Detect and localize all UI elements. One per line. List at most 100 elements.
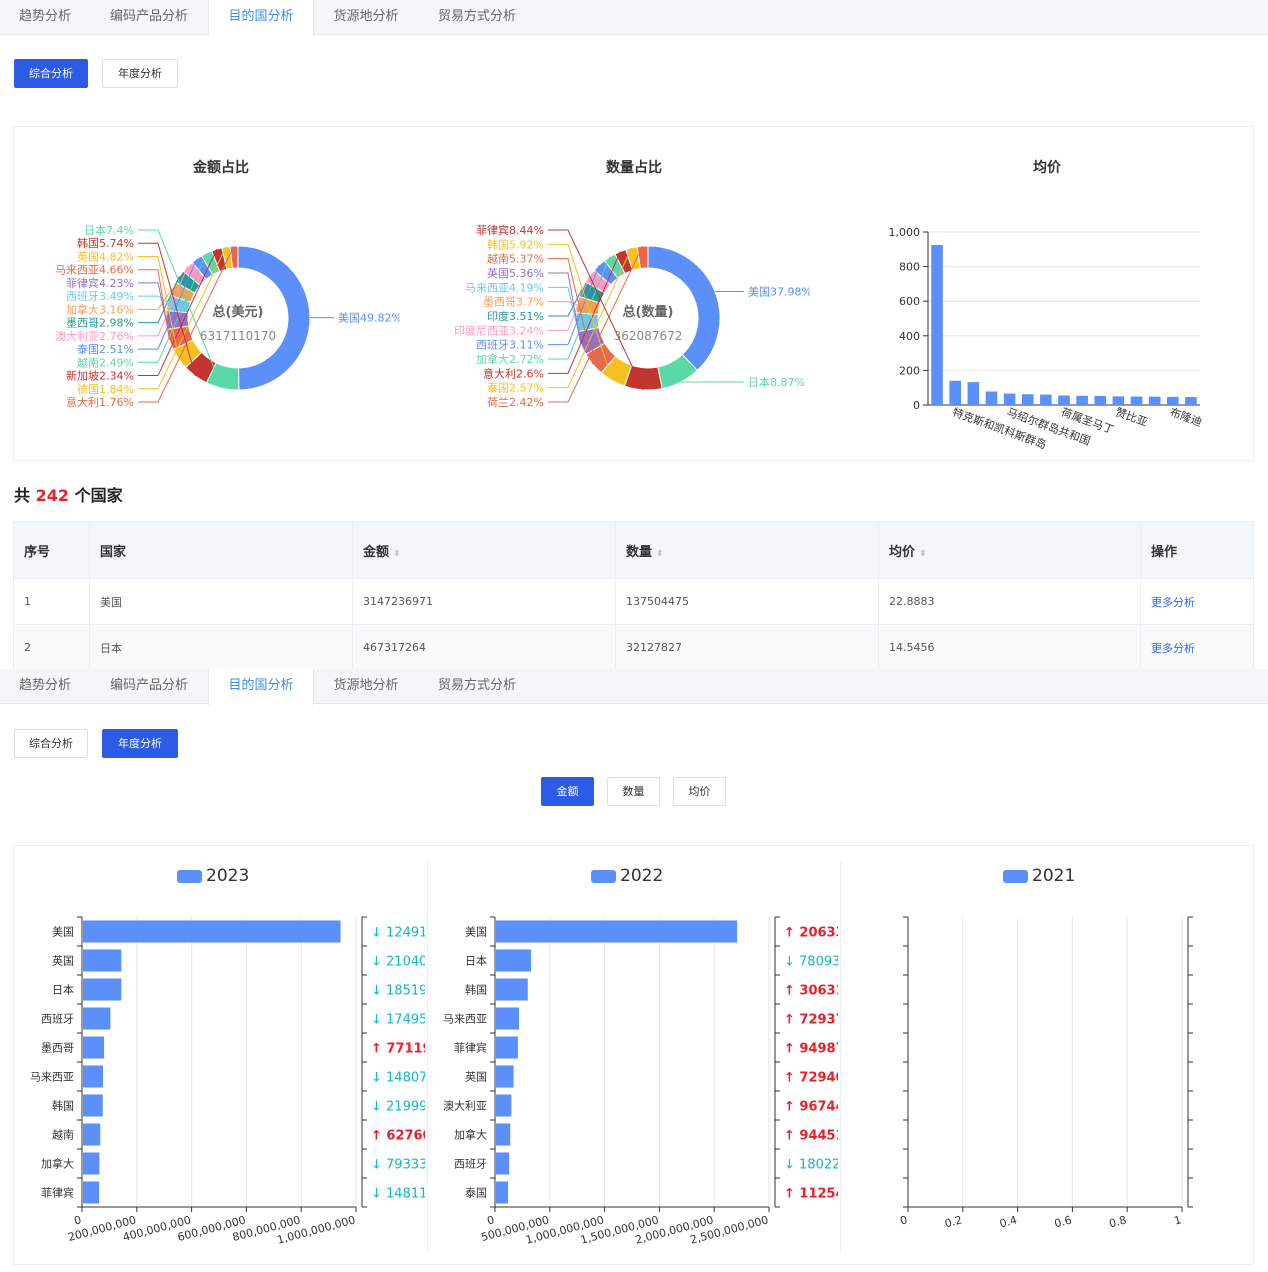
amount-bar: [83, 949, 122, 972]
slice-label: 韩国5.74%: [77, 236, 134, 250]
sort-icon[interactable]: ⬍: [656, 549, 664, 559]
change-indicator: ↓ 14807..: [371, 1071, 425, 1086]
slice-label: 日本7.4%: [84, 223, 134, 237]
overall-analysis-button[interactable]: 综合分析: [14, 59, 88, 88]
change-indicator: ↓ 17495..: [371, 1013, 425, 1028]
tab-destination[interactable]: 目的国分析: [208, 669, 314, 705]
sort-icon[interactable]: ⬍: [393, 549, 401, 559]
tab-code-product[interactable]: 编码产品分析: [90, 669, 208, 704]
y-tick-label: 菲律宾: [41, 1186, 74, 1200]
yearly-analysis-button[interactable]: 年度分析: [102, 729, 178, 758]
price-bar: [1040, 394, 1052, 405]
tab-destination[interactable]: 目的国分析: [208, 0, 314, 36]
table-row: 1 美国 3147236971 137504475 22.8883 更多分析: [13, 578, 1254, 625]
donut-center-title: 总(美元): [213, 304, 264, 320]
metric-price-button[interactable]: 均价: [673, 777, 726, 806]
change-indicator: ↓ 78093..: [784, 955, 838, 970]
amount-bar: [496, 1123, 511, 1146]
col-quantity-header[interactable]: 数量 ⬍: [615, 521, 879, 579]
change-indicator: ↑ 72940..: [784, 1071, 838, 1086]
slice-label: 印度尼西亚3.24%: [454, 323, 544, 337]
x-tick-label: 0: [899, 1213, 909, 1227]
donut-center-title: 总(数量): [623, 304, 674, 320]
change-indicator: ↑ 30631..: [784, 984, 838, 999]
change-indicator: ↑ 94987..: [784, 1042, 838, 1057]
cell-quantity: 32127827: [615, 624, 879, 671]
cell-country: 日本: [89, 624, 353, 671]
tab-code-product[interactable]: 编码产品分析: [90, 0, 208, 35]
tab-bar-bottom: 趋势分析 编码产品分析 目的国分析 货源地分析 贸易方式分析: [0, 669, 1268, 705]
amount-bar: [496, 949, 532, 972]
slice-label: 墨西哥3.7%: [483, 296, 544, 309]
slice-label: 加拿大3.16%: [66, 302, 134, 316]
more-analysis-link[interactable]: 更多分析: [1151, 642, 1195, 655]
legend-2021: 2021: [1003, 866, 1075, 886]
tab-trade-mode[interactable]: 贸易方式分析: [418, 0, 536, 35]
label-leader-line: [548, 272, 582, 344]
amount-share-title: 金额占比: [193, 160, 249, 176]
y-tick-label: 400: [899, 330, 920, 343]
price-bar: [1112, 396, 1125, 405]
amount-bar: [83, 1065, 104, 1088]
price-bar: [1130, 396, 1143, 405]
change-indicator: ↑ 94451..: [784, 1129, 838, 1144]
slice-label: 越南5.37%: [487, 252, 544, 266]
cell-price: 22.8883: [878, 578, 1141, 625]
price-bar: [1058, 395, 1070, 405]
change-indicator: ↑ 11254..: [784, 1187, 838, 1202]
tab-source[interactable]: 货源地分析: [314, 669, 418, 704]
amount-bar: [496, 1152, 510, 1175]
change-indicator: ↑ 72937..: [784, 1013, 838, 1028]
price-bar: [1021, 394, 1034, 405]
table-header-row: 序号 国家 金额 ⬍ 数量 ⬍ 均价 ⬍ 操作: [13, 521, 1254, 579]
slice-label: 加拿大2.72%: [476, 352, 544, 366]
slice-label: 英国4.82%: [77, 249, 134, 263]
change-indicator: ↑ 20633..: [784, 926, 838, 941]
col-price-header[interactable]: 均价 ⬍: [878, 521, 1141, 579]
avg-price-title: 均价: [1033, 160, 1061, 176]
slice-label: 印度3.51%: [487, 309, 544, 323]
slice-label: 德国1.84%: [77, 382, 134, 396]
amount-share-donut-chart: 美国49.82% 意大利1.76%德国1.84%新加坡2.34%越南2.49%泰国…: [55, 223, 400, 409]
slice-label: 菲律宾8.44%: [476, 223, 544, 237]
col-country-header: 国家: [89, 521, 353, 579]
change-indicator: ↓ 12491..: [371, 926, 425, 941]
slice-label: 马来西亚4.19%: [465, 281, 544, 294]
legend-2023: 2023: [177, 866, 249, 886]
amount-bar: [496, 1007, 520, 1030]
slice-label: 意大利1.76%: [66, 395, 134, 409]
change-indicator: ↓ 21999..: [371, 1100, 425, 1115]
y-tick-label: 800: [899, 261, 920, 274]
y-tick-label: 美国: [52, 926, 74, 939]
y-tick-label: 加拿大: [41, 1157, 74, 1171]
cell-price: 14.5456: [878, 624, 1141, 671]
y-tick-label: 0: [913, 399, 920, 412]
metric-quantity-button[interactable]: 数量: [607, 777, 660, 806]
y-tick-label: 英国: [52, 954, 74, 968]
overall-analysis-button[interactable]: 综合分析: [14, 729, 88, 758]
yearly-analysis-button[interactable]: 年度分析: [102, 59, 178, 88]
panel-divider: [840, 862, 841, 1252]
tab-trade-mode[interactable]: 贸易方式分析: [418, 669, 536, 704]
sort-icon[interactable]: ⬍: [919, 549, 927, 559]
legend-swatch: [1003, 869, 1028, 883]
slice-label: 英国5.36%: [487, 266, 544, 280]
amount-bar: [496, 1036, 518, 1059]
more-analysis-link[interactable]: 更多分析: [1151, 596, 1195, 609]
tab-trend[interactable]: 趋势分析: [0, 0, 90, 35]
legend-2022: 2022: [591, 866, 663, 886]
legend-swatch: [591, 869, 616, 883]
metric-amount-button[interactable]: 金额: [541, 777, 594, 806]
y-tick-label: 英国: [465, 1070, 487, 1084]
amount-bar: [83, 1094, 103, 1117]
y-tick-label: 西班牙: [41, 1013, 74, 1026]
tab-source[interactable]: 货源地分析: [314, 0, 418, 35]
table-row: 2 日本 467317264 32127827 14.5456 更多分析: [13, 624, 1254, 671]
tab-trend[interactable]: 趋势分析: [0, 669, 90, 704]
change-indicator: ↓ 18519..: [371, 984, 425, 999]
amount-bar: [83, 1152, 100, 1175]
col-amount-header[interactable]: 金额 ⬍: [352, 521, 616, 579]
price-bar: [985, 391, 998, 405]
slice-label: 马来西亚4.66%: [55, 264, 134, 277]
slice-label: 意大利2.6%: [483, 366, 544, 380]
